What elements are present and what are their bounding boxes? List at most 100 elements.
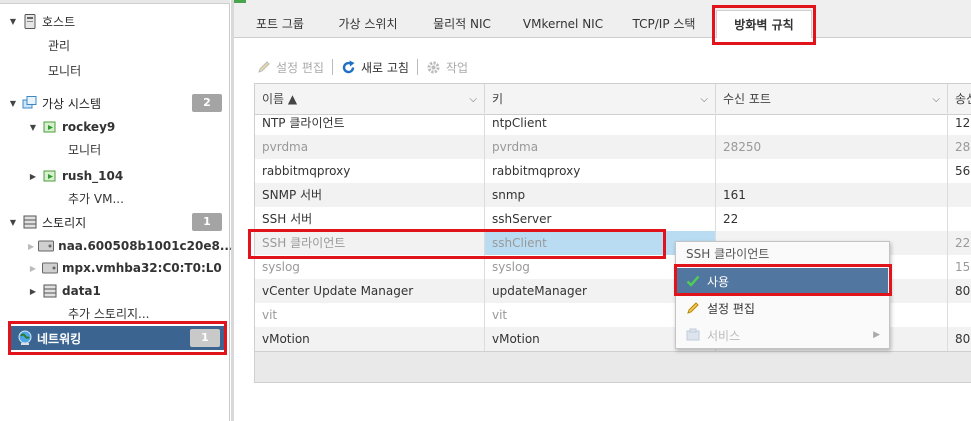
host-icon [22,13,38,29]
refresh-button[interactable]: 새로 고침 [341,59,409,76]
tab-virtual-switches[interactable]: 가상 스위치 [328,10,408,38]
annotation-highlight-menu-item [674,264,892,296]
cell-name: vit [255,303,485,327]
menu-item-services-label: 서비스 [707,328,741,343]
table-row[interactable]: pvrdma pvrdma 28250 282 [255,135,971,159]
nav-storage-naa[interactable]: ▶ naa.600508b1001c20e8... [28,234,234,258]
nav-storage-data1[interactable]: ▶ data1 [28,279,226,303]
actions-button[interactable]: 작업 [426,59,468,76]
cell-incoming: 161 [716,183,948,207]
tab-vmkernel-nics[interactable]: VMkernel NIC [518,10,608,38]
nav-vms-label: 가상 시스템 [42,96,102,111]
cell-outgoing: 123 [948,111,971,135]
expand-arrow-icon[interactable]: ▶ [28,264,38,273]
vm-running-icon [42,168,58,184]
refresh-icon [341,59,357,75]
column-header-key-label: 키 [492,92,504,106]
nav-vm-rockey9-monitor[interactable]: 모니터 [68,137,218,161]
tab-bar: 포트 그룹 가상 스위치 물리적 NIC VMkernel NIC TCP/IP… [234,0,971,38]
vm-group-icon [22,95,38,111]
column-header-incoming-label: 수신 포트 [723,92,771,106]
cell-outgoing: 80, [948,279,971,303]
cell-key: sshServer [485,207,716,231]
menu-item-edit-label: 설정 편집 [707,301,755,316]
nav-storage-naa-label: naa.600508b1001c20e8... [58,239,234,253]
collapse-arrow-icon[interactable]: ▼ [8,218,18,227]
cell-outgoing [948,303,971,327]
services-icon [685,327,701,343]
cell-incoming: 22 [716,207,948,231]
cell-name: SNMP 서버 [255,183,485,207]
nav-host[interactable]: ▼ 호스트 [8,9,226,33]
cell-name: SSH 서버 [255,207,485,231]
annotation-highlight-row [248,229,666,259]
annotation-highlight-networking [8,321,227,355]
nav-host-manage[interactable]: 관리 [48,33,218,57]
toolbar-separator [416,59,418,75]
vm-count-badge: 2 [192,94,222,112]
tab-physical-nics[interactable]: 물리적 NIC [422,10,502,38]
nav-host-monitor[interactable]: 모니터 [48,58,218,82]
cell-name: rabbitmqproxy [255,159,485,183]
disk-icon [42,260,58,276]
cell-outgoing: 800 [948,327,971,351]
expand-arrow-icon[interactable]: ▶ [28,287,38,296]
refresh-label: 새로 고침 [360,60,409,75]
collapse-arrow-icon[interactable]: ▼ [8,17,18,26]
menu-item-edit-settings[interactable]: 설정 편집 [677,295,888,321]
cell-name: vCenter Update Manager [255,279,485,303]
table-row[interactable]: SSH 서버 sshServer 22 [255,207,971,231]
navigator-sidebar: ▼ 호스트 관리 모니터 ▼ 가상 시스템 2 ▼ rockey9 모니터 ▶ … [0,0,234,421]
datastore-icon [42,283,58,299]
nav-storage[interactable]: ▼ 스토리지 1 [8,210,226,234]
expand-arrow-icon[interactable]: ▶ [28,172,38,181]
nav-add-vm-label: 추가 VM... [68,191,124,206]
cell-incoming [716,159,948,183]
cell-outgoing [948,183,971,207]
column-header-outgoing-label: 송신 [955,92,971,106]
nav-storage-mpx-label: mpx.vmhba32:C0:T0:L0 [62,261,222,275]
nav-vms[interactable]: ▼ 가상 시스템 2 [8,91,226,115]
nav-host-label: 호스트 [42,14,76,29]
actions-label: 작업 [445,60,469,75]
table-row[interactable]: rabbitmqproxy rabbitmqproxy 567 [255,159,971,183]
cell-name: NTP 클라이언트 [255,111,485,135]
cell-name: vMotion [255,327,485,351]
nav-vm-rush104[interactable]: ▶ rush_104 [28,164,226,188]
column-header-name-label: 이름 ▲ [262,92,298,106]
storage-count-badge: 1 [192,213,222,231]
sidebar-top-strip [0,0,230,4]
cell-key: snmp [485,183,716,207]
gear-icon [426,59,442,75]
edit-settings-label: 설정 편집 [276,60,324,75]
nav-host-manage-label: 관리 [48,38,71,53]
submenu-arrow-icon: ▶ [873,330,880,340]
cell-outgoing: 22 [948,231,971,255]
cell-key: pvrdma [485,135,716,159]
tab-tcpip-stacks[interactable]: TCP/IP 스택 [624,10,704,38]
nav-add-vm[interactable]: 추가 VM... [68,186,218,210]
edit-settings-button[interactable]: 설정 편집 [256,59,324,76]
pencil-icon [685,300,701,316]
nav-host-monitor-label: 모니터 [48,63,82,78]
tab-port-groups[interactable]: 포트 그룹 [244,10,316,38]
cell-incoming: 28250 [716,135,948,159]
cell-outgoing: 567 [948,159,971,183]
expand-arrow-icon[interactable]: ▶ [28,242,34,251]
table-row[interactable]: NTP 클라이언트 ntpClient 123 [255,111,971,135]
toolbar: 설정 편집 새로 고침 작업 [256,56,468,78]
collapse-arrow-icon[interactable]: ▼ [8,99,18,108]
nav-storage-label: 스토리지 [42,215,87,230]
cell-outgoing: 282 [948,135,971,159]
nav-vm-rockey9[interactable]: ▼ rockey9 [28,115,226,139]
nav-storage-mpx[interactable]: ▶ mpx.vmhba32:C0:T0:L0 [28,256,226,280]
storage-icon [22,214,38,230]
cell-outgoing [948,207,971,231]
collapse-arrow-icon[interactable]: ▼ [28,123,38,132]
disk-icon [38,238,55,254]
nav-vm-rush104-label: rush_104 [62,169,124,183]
cell-key: rabbitmqproxy [485,159,716,183]
nav-vm-rockey9-monitor-label: 모니터 [68,142,102,157]
table-row[interactable]: SNMP 서버 snmp 161 [255,183,971,207]
menu-item-services[interactable]: 서비스 ▶ [677,322,888,348]
